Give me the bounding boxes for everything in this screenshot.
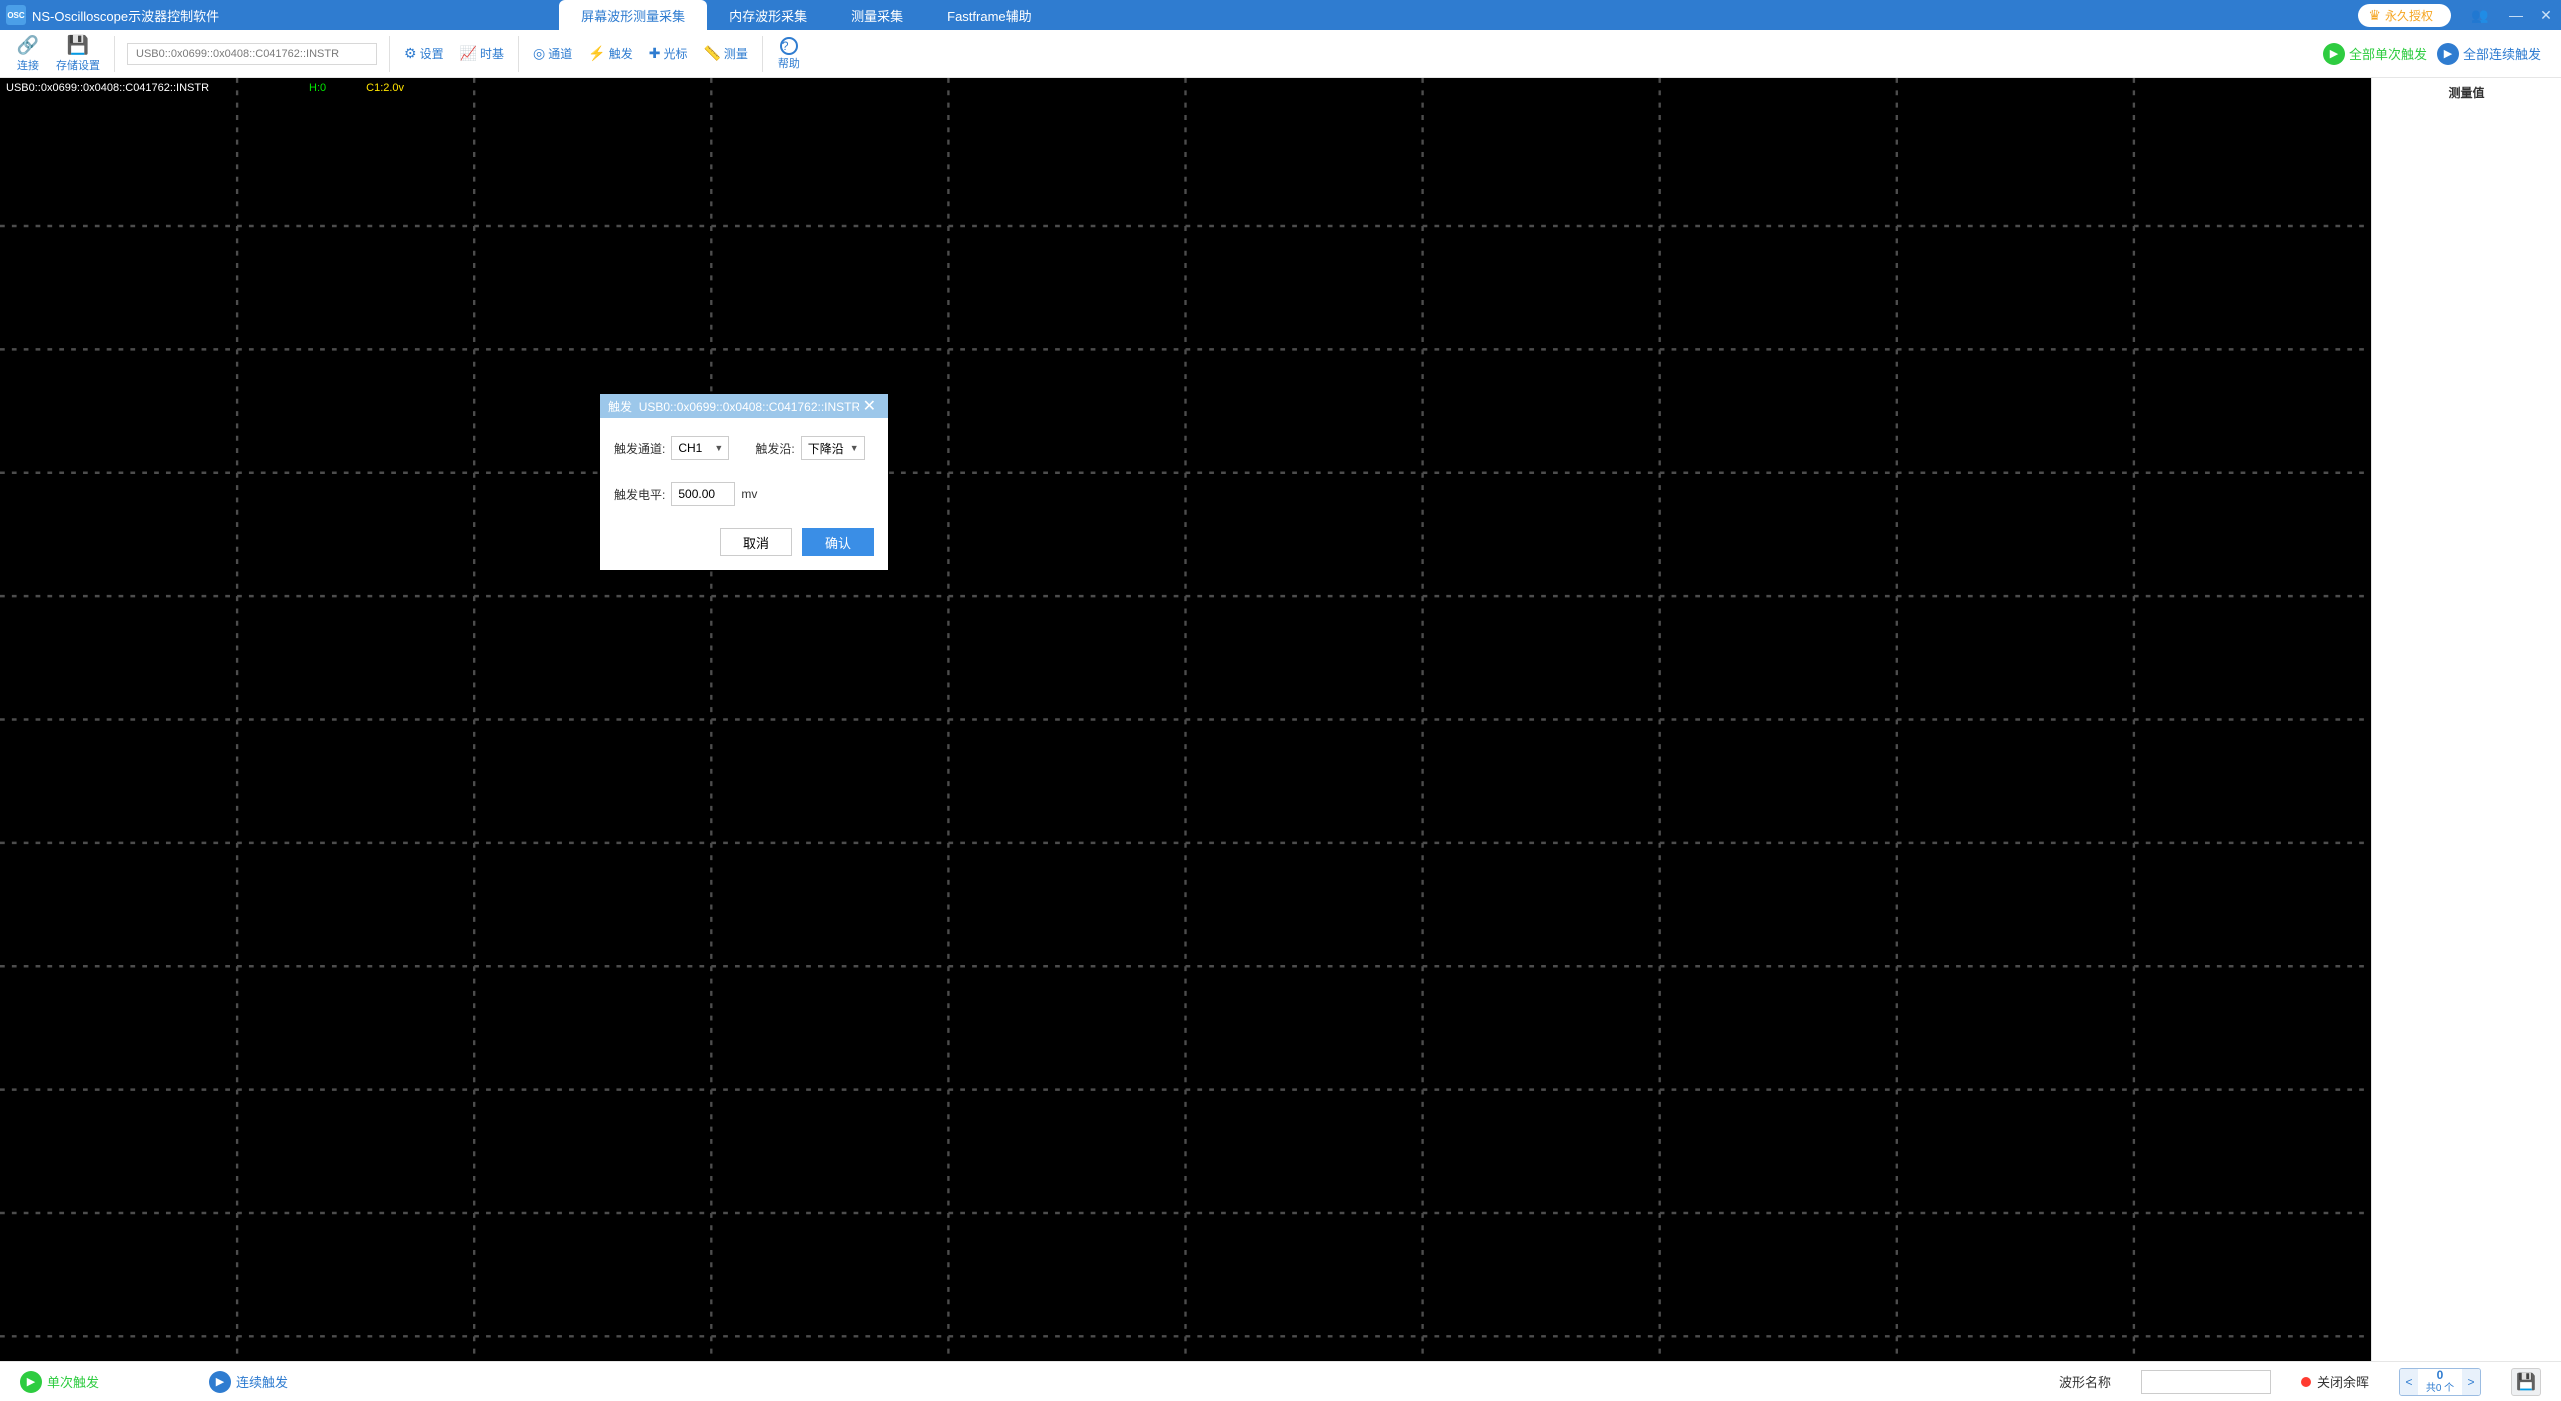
persistence-toggle[interactable]: 关闭余晖	[2301, 1372, 2369, 1391]
trigger-button[interactable]: ⚡ 触发	[580, 45, 640, 62]
help-button[interactable]: ? 帮助	[769, 35, 809, 73]
channel-button[interactable]: ◎ 通道	[525, 45, 580, 62]
close-button[interactable]: ✕	[2531, 0, 2561, 30]
content: USB0::0x0699::0x0408::C041762::INSTR H:0…	[0, 78, 2561, 1361]
crown-icon: ♛	[2368, 7, 2381, 24]
app-icon: OSC	[6, 5, 26, 25]
scope-display[interactable]: USB0::0x0699::0x0408::C041762::INSTR H:0…	[0, 78, 2371, 1361]
settings-label: 设置	[420, 45, 444, 62]
help-label: 帮助	[778, 55, 800, 71]
settings-button[interactable]: ⚙ 设置	[396, 45, 452, 62]
all-cont-label: 全部连续触发	[2463, 44, 2541, 63]
persistence-label: 关闭余晖	[2317, 1372, 2369, 1391]
trigger-level-input[interactable]	[671, 482, 735, 506]
save-button[interactable]: 💾	[2511, 1368, 2541, 1396]
trigger-edge-select[interactable]: 下降沿	[801, 436, 865, 460]
connect-label: 连接	[17, 57, 39, 73]
app-title: NS-Oscilloscope示波器控制软件	[32, 6, 219, 25]
measure-panel: 测量值	[2371, 78, 2561, 1361]
scope-resource-label: USB0::0x0699::0x0408::C041762::INSTR	[6, 82, 209, 94]
link-icon: 🔗	[17, 35, 39, 57]
titlebar: OSC NS-Oscilloscope示波器控制软件 屏幕波形测量采集 内存波形…	[0, 0, 2561, 30]
tab-screen-waveform[interactable]: 屏幕波形测量采集	[559, 0, 707, 30]
license-button[interactable]: ♛ 永久授权	[2358, 4, 2451, 27]
tab-fastframe[interactable]: Fastframe辅助	[925, 0, 1054, 30]
play-icon: ▶	[2323, 43, 2345, 65]
users-icon[interactable]: 👥	[2465, 0, 2495, 30]
stepper-value: 0	[2437, 1369, 2444, 1382]
trigger-label: 触发	[609, 45, 633, 62]
trigger-icon: ⚡	[588, 45, 605, 62]
single-trigger-button[interactable]: ▶ 单次触发	[20, 1371, 99, 1393]
separator	[518, 36, 519, 72]
resource-address: USB0::0x0699::0x0408::C041762::INSTR	[127, 43, 377, 65]
play-pause-icon: ▶	[2437, 43, 2459, 65]
single-trigger-label: 单次触发	[47, 1372, 99, 1391]
minimize-button[interactable]: —	[2501, 0, 2531, 30]
play-icon: ▶	[20, 1371, 42, 1393]
all-single-trigger-button[interactable]: ▶ 全部单次触发	[2323, 43, 2427, 65]
trigger-edge-label: 触发沿:	[755, 440, 794, 457]
tab-memory-waveform[interactable]: 内存波形采集	[707, 0, 829, 30]
scope-grid	[0, 78, 2371, 1361]
cursor-label: 光标	[663, 45, 687, 62]
stepper-next-button[interactable]: >	[2462, 1369, 2480, 1395]
gear-icon: ⚙	[404, 45, 417, 62]
measure-label: 测量	[724, 45, 748, 62]
timebase-icon: 📈	[460, 45, 477, 62]
dialog-body: 触发通道: CH1 触发沿: 下降沿 触发电平: mv 取消 确认	[600, 418, 888, 570]
license-label: 永久授权	[2385, 7, 2433, 24]
ok-button[interactable]: 确认	[802, 528, 874, 556]
trigger-channel-select[interactable]: CH1	[671, 436, 729, 460]
stepper-display: 0 共0 个	[2418, 1369, 2462, 1395]
measure-icon: 📏	[703, 45, 720, 62]
channel-label: 通道	[548, 45, 572, 62]
storage-icon: 💾	[67, 35, 89, 57]
measure-button[interactable]: 📏 测量	[695, 45, 755, 62]
scope-h-label: H:0	[309, 82, 326, 94]
main-tabs: 屏幕波形测量采集 内存波形采集 测量采集 Fastframe辅助	[559, 0, 1054, 30]
channel-icon: ◎	[533, 45, 545, 62]
waveform-name-input[interactable]	[2141, 1370, 2271, 1394]
frame-stepper: < 0 共0 个 >	[2399, 1368, 2481, 1396]
waveform-name-label: 波形名称	[2059, 1372, 2111, 1391]
measure-panel-title: 测量值	[2382, 84, 2551, 101]
toolbar: 🔗 连接 💾 存储设置 USB0::0x0699::0x0408::C04176…	[0, 30, 2561, 78]
storage-button[interactable]: 💾 存储设置	[48, 33, 108, 75]
play-pause-icon: ▶	[209, 1371, 231, 1393]
trigger-channel-label: 触发通道:	[614, 440, 665, 457]
all-continuous-trigger-button[interactable]: ▶ 全部连续触发	[2437, 43, 2541, 65]
continuous-trigger-button[interactable]: ▶ 连续触发	[209, 1371, 288, 1393]
dialog-close-button[interactable]: ✕	[859, 396, 880, 416]
cancel-button[interactable]: 取消	[720, 528, 792, 556]
separator	[114, 36, 115, 72]
cursor-button[interactable]: ✚ 光标	[641, 45, 696, 62]
cursor-icon: ✚	[649, 45, 661, 62]
stepper-prev-button[interactable]: <	[2400, 1369, 2418, 1395]
timebase-button[interactable]: 📈 时基	[452, 45, 512, 62]
help-icon: ?	[780, 37, 798, 55]
dialog-header[interactable]: 触发 USB0::0x0699::0x0408::C041762::INSTR …	[600, 394, 888, 418]
dialog-title: 触发 USB0::0x0699::0x0408::C041762::INSTR	[608, 398, 859, 415]
timebase-label: 时基	[480, 45, 504, 62]
trigger-level-unit: mv	[741, 487, 757, 501]
save-icon: 💾	[2516, 1372, 2536, 1392]
record-dot-icon	[2301, 1377, 2311, 1387]
continuous-trigger-label: 连续触发	[236, 1372, 288, 1391]
all-single-label: 全部单次触发	[2349, 44, 2427, 63]
connect-button[interactable]: 🔗 连接	[8, 33, 48, 75]
separator	[389, 36, 390, 72]
trigger-level-label: 触发电平:	[614, 486, 665, 503]
stepper-total: 共0 个	[2426, 1383, 2454, 1394]
scope-c1-label: C1:2.0v	[366, 82, 404, 94]
statusbar: ▶ 单次触发 ▶ 连续触发 波形名称 关闭余晖 < 0 共0 个 > 💾	[0, 1361, 2561, 1401]
scope-info: USB0::0x0699::0x0408::C041762::INSTR H:0…	[6, 82, 404, 94]
separator	[762, 36, 763, 72]
trigger-dialog: 触发 USB0::0x0699::0x0408::C041762::INSTR …	[600, 394, 888, 570]
storage-label: 存储设置	[56, 57, 100, 73]
tab-measure[interactable]: 测量采集	[829, 0, 925, 30]
